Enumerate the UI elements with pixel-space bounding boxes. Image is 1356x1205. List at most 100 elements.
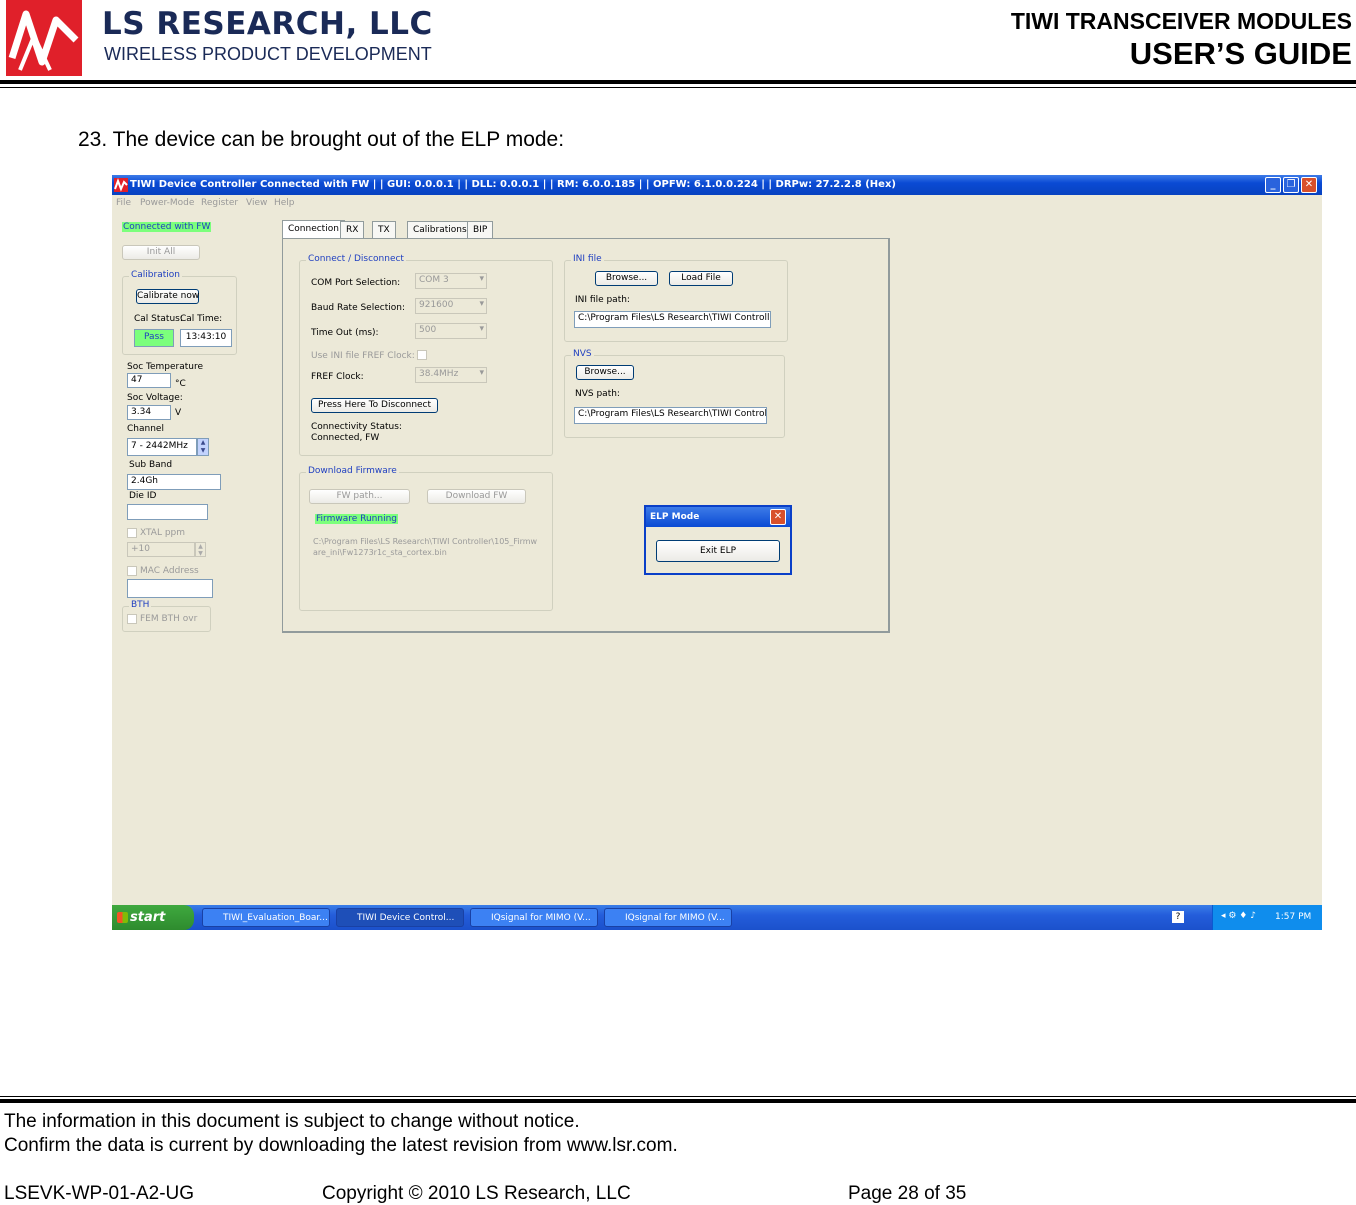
fem-bth-label: FEM BTH ovr: [140, 614, 198, 624]
nvs-browse-button[interactable]: Browse...: [576, 365, 634, 380]
task-label: IQsignal for MIMO (V...: [625, 913, 725, 923]
document-page: LS RESEARCH, LLC WIRELESS PRODUCT DEVELO…: [0, 0, 1356, 1205]
baud-rate-select[interactable]: 921600: [415, 298, 487, 314]
windows-flag-icon: [117, 912, 128, 923]
ini-fref-checkbox[interactable]: [417, 350, 427, 360]
calibrate-now-button[interactable]: Calibrate now: [136, 289, 199, 304]
document-subtitle: USER’S GUIDE: [1129, 36, 1352, 71]
cal-time-label: Cal Time:: [180, 314, 223, 324]
window-title: TIWI Device Controller Connected with FW…: [130, 179, 896, 190]
tab-rx[interactable]: RX: [340, 221, 365, 238]
calibration-group-title: Calibration: [129, 270, 182, 280]
footer-rule-thin: [0, 1096, 1356, 1097]
soc-voltage-field[interactable]: 3.34: [127, 405, 171, 420]
tab-calibrations[interactable]: Calibrations: [407, 221, 473, 238]
close-icon[interactable]: ✕: [1301, 177, 1317, 193]
menu-view[interactable]: View: [246, 198, 267, 208]
connect-group-title: Connect / Disconnect: [306, 254, 406, 264]
channel-label: Channel: [127, 424, 164, 434]
firmware-path: C:\Program Files\LS Research\TIWI Contro…: [313, 537, 538, 557]
elp-mode-dialog: ELP Mode ✕ Exit ELP: [644, 505, 792, 575]
disconnect-button[interactable]: Press Here To Disconnect: [311, 398, 438, 413]
connectivity-status-label: Connectivity Status:: [311, 422, 402, 432]
com-port-select[interactable]: COM 3: [415, 273, 487, 289]
fw-path-button[interactable]: FW path...: [309, 489, 410, 504]
xtal-field[interactable]: +10: [127, 542, 195, 557]
menu-bar: File Power-Mode Register View Help: [112, 195, 1322, 211]
company-tagline: WIRELESS PRODUCT DEVELOPMENT: [104, 44, 432, 64]
mac-address-checkbox[interactable]: [127, 566, 137, 576]
system-tray: ◂ ⚙ ♦ ♪ 1:57 PM: [1212, 905, 1322, 930]
download-fw-button[interactable]: Download FW: [427, 489, 526, 504]
header-rule-thick: [0, 80, 1356, 84]
menu-file[interactable]: File: [116, 198, 131, 208]
help-tray-icon[interactable]: ?: [1172, 911, 1184, 923]
footer-copyright: Copyright © 2010 LS Research, LLC: [322, 1183, 631, 1204]
soc-voltage-label: Soc Voltage:: [127, 393, 183, 403]
bth-group-title: BTH: [129, 600, 152, 610]
minimize-icon[interactable]: _: [1265, 177, 1281, 193]
app-titlebar: TIWI Device Controller Connected with FW…: [112, 175, 1322, 195]
xtal-spinner-icon[interactable]: ▲ ▼: [195, 542, 206, 557]
soc-temperature-label: Soc Temperature: [127, 362, 204, 372]
task-iqsignal-2[interactable]: IQsignal for MIMO (V...: [604, 908, 732, 927]
nvs-path-field[interactable]: C:\Program Files\LS Research\TIWI Contro…: [574, 407, 767, 424]
mac-address-label: MAC Address: [140, 566, 199, 576]
ini-path-label: INI file path:: [575, 295, 630, 305]
exit-elp-button[interactable]: Exit ELP: [656, 540, 780, 562]
download-firmware-group-title: Download Firmware: [306, 466, 399, 476]
soc-temperature-unit: °C: [175, 379, 186, 389]
footer-doc-id: LSEVK-WP-01-A2-UG: [4, 1183, 195, 1204]
cal-status-label: Cal Status:: [134, 314, 183, 324]
connection-status: Connected with FW: [122, 222, 212, 232]
app-screenshot: TIWI Device Controller Connected with FW…: [112, 175, 1322, 930]
ini-path-field[interactable]: C:\Program Files\LS Research\TIWI Contro…: [574, 311, 771, 328]
menu-register[interactable]: Register: [201, 198, 238, 208]
menu-power-mode[interactable]: Power-Mode: [140, 198, 194, 208]
timeout-select[interactable]: 500: [415, 323, 487, 339]
tab-connection[interactable]: Connection: [282, 220, 345, 238]
start-label: start: [130, 910, 166, 925]
task-tiwi-controller[interactable]: TIWI Device Control...: [336, 908, 464, 927]
task-label: TIWI_Evaluation_Boar...: [223, 913, 328, 923]
firmware-status: Firmware Running: [315, 514, 398, 524]
elp-dialog-title: ELP Mode: [650, 512, 700, 522]
connectivity-status-value: Connected, FW: [311, 433, 380, 443]
channel-field[interactable]: 7 - 2442MHz: [127, 438, 197, 456]
ini-file-group-title: INI file: [571, 254, 604, 264]
die-id-label: Die ID: [129, 491, 157, 501]
cal-status-value: Pass: [134, 329, 174, 347]
soc-voltage-unit: V: [175, 408, 182, 418]
com-port-label: COM Port Selection:: [311, 278, 401, 288]
tab-tx[interactable]: TX: [372, 221, 396, 238]
tray-icons: ◂ ⚙ ♦ ♪: [1221, 911, 1256, 921]
sub-band-field: 2.4Gh: [127, 474, 221, 490]
soc-temperature-field[interactable]: 47: [127, 373, 171, 388]
step-text: 23. The device can be brought out of the…: [78, 128, 565, 151]
ini-browse-button[interactable]: Browse...: [595, 271, 658, 286]
elp-close-icon[interactable]: ✕: [770, 509, 786, 525]
task-label: TIWI Device Control...: [357, 913, 455, 923]
clock: 1:57 PM: [1275, 912, 1312, 922]
footer-page-number: Page 28 of 35: [848, 1183, 967, 1204]
task-label: IQsignal for MIMO (V...: [491, 913, 591, 923]
document-title: TIWI TRANSCEIVER MODULES: [1010, 8, 1352, 34]
load-file-button[interactable]: Load File: [669, 271, 733, 286]
task-tiwi-evaluation[interactable]: TIWI_Evaluation_Boar...: [202, 908, 330, 927]
header-rule-thin: [0, 87, 1356, 88]
xtal-checkbox[interactable]: [127, 528, 137, 538]
restore-icon[interactable]: ❐: [1283, 177, 1299, 193]
mac-address-field[interactable]: [127, 579, 213, 598]
start-button[interactable]: start: [112, 905, 194, 930]
tab-bip[interactable]: BIP: [467, 221, 494, 238]
task-iqsignal-1[interactable]: IQsignal for MIMO (V...: [470, 908, 598, 927]
fem-bth-checkbox[interactable]: [127, 614, 137, 624]
init-all-button[interactable]: Init All: [122, 245, 200, 260]
channel-spinner-icon[interactable]: ▲ ▼: [197, 438, 209, 456]
cal-time-value: 13:43:10: [180, 329, 232, 347]
fref-clock-select[interactable]: 38.4MHz: [415, 367, 487, 383]
company-name: LS RESEARCH, LLC: [102, 6, 433, 42]
ini-fref-label: Use INI file FREF Clock:: [311, 351, 415, 361]
die-id-field: [127, 504, 208, 520]
menu-help[interactable]: Help: [274, 198, 295, 208]
